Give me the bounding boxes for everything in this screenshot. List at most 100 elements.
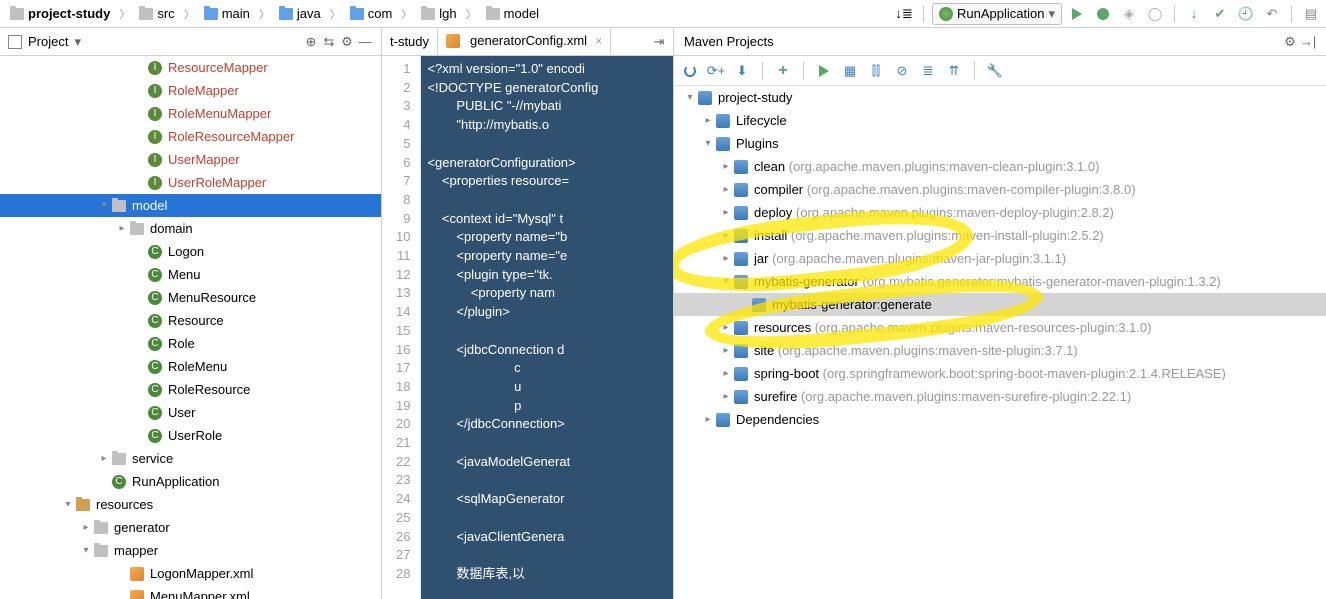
show-deps-button[interactable]: ≣ [918,61,938,81]
debug-button[interactable] [1092,3,1114,25]
run-button[interactable] [1066,3,1088,25]
maven-tree-item[interactable]: ▸surefire (org.apache.maven.plugins:mave… [674,385,1326,408]
target-icon[interactable]: ⊕ [303,34,319,50]
editor-tab[interactable]: t-study [382,28,438,55]
breadcrumb-item[interactable]: com [344,4,399,23]
tree-item[interactable]: IRoleMenuMapper [0,102,381,125]
maven-tree-item[interactable]: ▸spring-boot (org.springframework.boot:s… [674,362,1326,385]
maven-tree-item[interactable]: ▸jar (org.apache.maven.plugins:maven-jar… [674,247,1326,270]
maven-tree-item[interactable]: ▸compiler (org.apache.maven.plugins:mave… [674,178,1326,201]
hide-icon[interactable]: — [357,34,373,50]
collapse-icon[interactable]: ⇆ [321,34,337,50]
tree-twisty-icon[interactable]: ▸ [718,391,734,402]
vcs-commit-icon[interactable]: ✔ [1209,3,1231,25]
tree-twisty-icon[interactable]: ▸ [700,414,716,425]
gear-icon[interactable]: ⚙ [1282,34,1298,50]
maven-tree-item[interactable]: ▸clean (org.apache.maven.plugins:maven-c… [674,155,1326,178]
generate-sources-button[interactable]: ⟳+ [706,61,726,81]
tree-twisty-icon[interactable]: ▸ [718,368,734,379]
tree-item[interactable]: CRole [0,332,381,355]
tree-item[interactable]: CResource [0,309,381,332]
close-icon[interactable]: × [595,34,602,48]
tree-twisty-icon[interactable]: ▸ [718,207,734,218]
tree-twisty-icon[interactable]: ▸ [718,345,734,356]
tree-item[interactable]: ▸domain [0,217,381,240]
tree-item[interactable]: LogonMapper.xml [0,562,381,585]
toggle-offline-button[interactable]: ⫿⫿ [866,61,886,81]
add-button[interactable]: + [773,61,793,81]
breadcrumb-item[interactable]: lgh [415,4,462,23]
tree-twisty-icon[interactable]: ▸ [96,453,112,464]
editor-tab-active[interactable]: generatorConfig.xml × [438,28,611,55]
tree-twisty-icon[interactable]: ▸ [78,522,94,533]
maven-tree-item[interactable]: ▸deploy (org.apache.maven.plugins:maven-… [674,201,1326,224]
tree-twisty-icon[interactable]: ▾ [96,200,112,211]
tree-twisty-icon[interactable]: ▸ [718,184,734,195]
maven-tree-item[interactable]: ▾project-study [674,86,1326,109]
breadcrumb-item[interactable]: src [133,4,180,23]
breadcrumb-item[interactable]: java [273,4,327,23]
tree-item[interactable]: ▾model [0,194,381,217]
tree-twisty-icon[interactable]: ▸ [718,253,734,264]
tree-item[interactable]: CRoleResource [0,378,381,401]
breadcrumb-item[interactable]: project-study [4,4,116,23]
tree-item[interactable]: IRoleMapper [0,79,381,102]
structure-icon[interactable]: ▤ [1300,3,1322,25]
code-area[interactable]: <?xml version="1.0" encodi <!DOCTYPE gen… [421,56,673,599]
maven-tree-item[interactable]: ▾mybatis-generator (org.mybatis.generato… [674,270,1326,293]
refresh-button[interactable] [680,61,700,81]
tree-twisty-icon[interactable]: ▾ [718,276,734,287]
tree-item[interactable]: CMenu [0,263,381,286]
tree-twisty-icon[interactable]: ▸ [700,115,716,126]
tree-twisty-icon[interactable]: ▸ [718,230,734,241]
tree-item[interactable]: IResourceMapper [0,56,381,79]
tree-twisty-icon[interactable]: ▸ [718,161,734,172]
tree-item[interactable]: CUserRole [0,424,381,447]
vcs-history-icon[interactable]: 🕘 [1235,3,1257,25]
run-config-selector[interactable]: RunApplication ▾ [932,3,1062,25]
tree-twisty-icon[interactable]: ▸ [718,322,734,333]
tree-item[interactable]: ▾resources [0,493,381,516]
tree-item[interactable]: IRoleResourceMapper [0,125,381,148]
tree-twisty-icon[interactable]: ▾ [682,92,698,103]
tree-item[interactable]: ▸generator [0,516,381,539]
vcs-revert-icon[interactable]: ↶ [1261,3,1283,25]
build-icon[interactable]: ↓≣ [893,3,915,25]
maven-tree-item[interactable]: ▾Plugins [674,132,1326,155]
editor-options-icon[interactable]: ⇥ [651,34,667,50]
project-tree[interactable]: IResourceMapperIRoleMapperIRoleMenuMappe… [0,56,381,599]
execute-button[interactable]: ▦ [840,61,860,81]
hide-icon[interactable]: →| [1300,34,1316,50]
gear-icon[interactable]: ⚙ [339,34,355,50]
tree-item[interactable]: ▸service [0,447,381,470]
tree-item[interactable]: ▾mapper [0,539,381,562]
maven-tree-item[interactable]: ▸site (org.apache.maven.plugins:maven-si… [674,339,1326,362]
coverage-button[interactable]: ◈ [1118,3,1140,25]
profile-button[interactable]: ◯ [1144,3,1166,25]
tree-item[interactable]: CLogon [0,240,381,263]
maven-tree-item[interactable]: ▸resources (org.apache.maven.plugins:mav… [674,316,1326,339]
collapse-button[interactable]: ⇈ [944,61,964,81]
maven-tree-item[interactable]: ▸Dependencies [674,408,1326,431]
tree-item[interactable]: CRoleMenu [0,355,381,378]
breadcrumb-item[interactable]: main [198,4,256,23]
project-view-selector[interactable]: Project [28,34,68,49]
tree-item[interactable]: CRunApplication [0,470,381,493]
maven-tree-item[interactable]: ▸install (org.apache.maven.plugins:maven… [674,224,1326,247]
settings-button[interactable]: 🔧 [985,61,1005,81]
run-button[interactable] [814,61,834,81]
toggle-skip-tests-button[interactable]: ⊘ [892,61,912,81]
editor-body[interactable]: 1234567891011121314151617181920212223242… [382,56,673,599]
tree-twisty-icon[interactable]: ▸ [114,223,130,234]
tree-item[interactable]: CMenuResource [0,286,381,309]
tree-twisty-icon[interactable]: ▾ [700,138,716,149]
tree-item[interactable]: IUserMapper [0,148,381,171]
tree-item[interactable]: IUserRoleMapper [0,171,381,194]
breadcrumb-item[interactable]: model [480,4,545,23]
tree-twisty-icon[interactable]: ▾ [60,499,76,510]
maven-tree-item[interactable]: mybatis-generator:generate [674,293,1326,316]
tree-item[interactable]: CUser [0,401,381,424]
maven-tree-item[interactable]: ▸Lifecycle [674,109,1326,132]
download-button[interactable]: ⬇ [732,61,752,81]
maven-tree[interactable]: ▾project-study▸Lifecycle▾Plugins▸clean (… [674,86,1326,599]
